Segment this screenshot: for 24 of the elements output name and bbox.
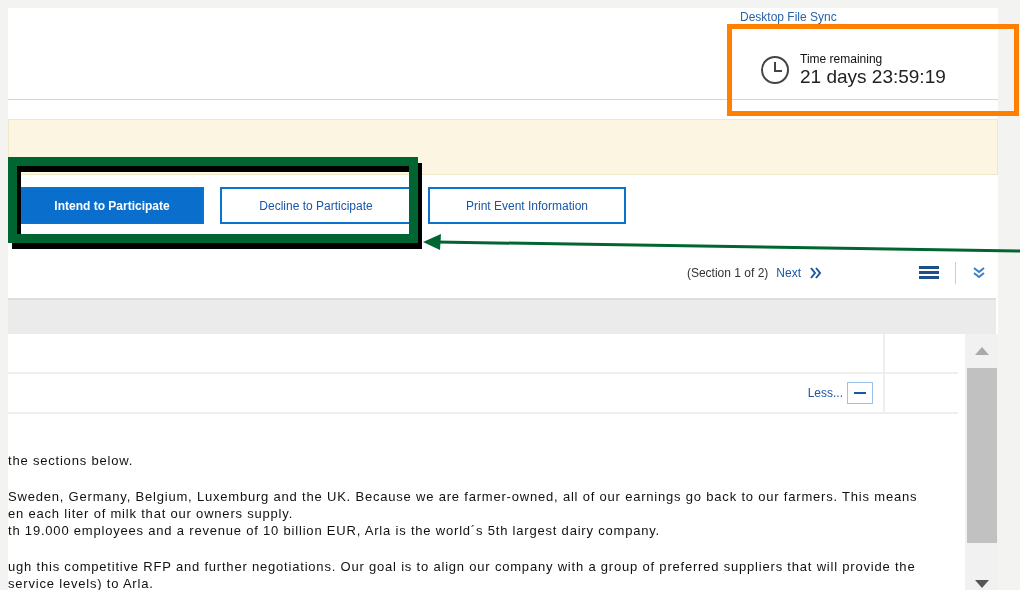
section-indicator: (Section 1 of 2) <box>686 265 769 282</box>
scrollbar[interactable] <box>965 334 998 590</box>
primary-button[interactable]: Intend to Participate <box>20 187 204 224</box>
double-chevron-icon[interactable] <box>809 267 823 279</box>
scroll-thumb[interactable] <box>966 368 997 543</box>
chevron-down-icon[interactable] <box>972 266 986 280</box>
minus-icon <box>854 392 866 394</box>
timer-value: 21 days 23:59:19 <box>800 66 946 88</box>
text-line: service levels) to Arla. <box>8 575 155 590</box>
less-link[interactable]: Less... <box>807 384 843 402</box>
next-link[interactable]: Next <box>776 264 801 282</box>
text-line: the sections below. <box>8 452 135 469</box>
table-view-icon[interactable] <box>919 266 939 280</box>
text-line: Sweden, Germany, Belgium, Luxemburg and the UK. Because we are farmer-owned, all of our earnings go back to our farmers. This means <box>8 488 919 505</box>
clock-icon <box>760 55 790 85</box>
text-line: th 19.000 employees and a revenue of 10 billion EUR, Arla is the world´s 5th largest dairy company. <box>8 522 661 539</box>
action-button[interactable]: Print Event Information <box>428 187 626 224</box>
text-line: en each liter of milk that our owners supply. <box>8 505 295 522</box>
sync-link[interactable]: Desktop File Sync <box>740 8 837 26</box>
scroll-down-icon[interactable] <box>974 579 989 589</box>
action-button[interactable]: Decline to Participate <box>220 187 412 224</box>
timer-label: Time remaining <box>800 52 884 66</box>
text-line: ugh this competitive RFP and further negotiations. Our goal is to align our company with a group of preferred suppliers that will provide the <box>8 558 917 575</box>
collapse-button[interactable] <box>847 382 873 404</box>
